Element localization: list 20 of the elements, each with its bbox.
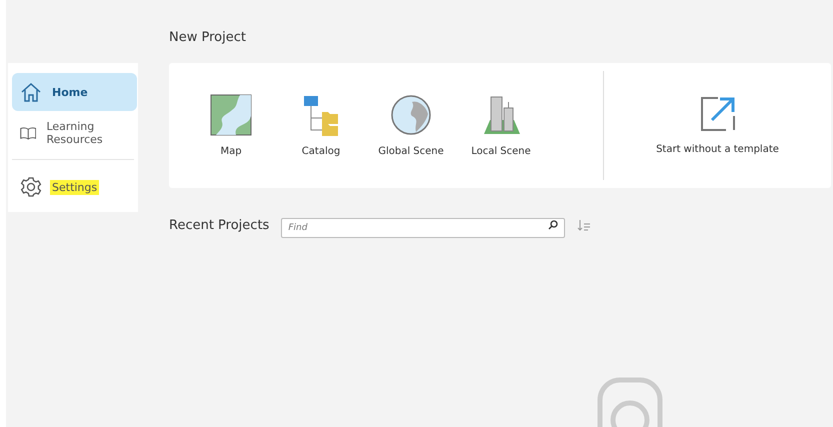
sort-icon[interactable]	[577, 219, 592, 231]
section-title: New Project	[169, 30, 247, 47]
catalog-icon	[302, 94, 340, 136]
sidebar-item[interactable]: Settings	[12, 168, 137, 206]
map-icon	[210, 94, 252, 136]
home-icon	[20, 81, 42, 103]
search-field[interactable]: Find	[281, 218, 566, 238]
sidebar-item[interactable]: Home	[12, 73, 137, 111]
external-arrow-icon	[700, 96, 736, 132]
template-button[interactable]: Global Scene	[371, 93, 451, 158]
template-button[interactable]: Local Scene	[461, 93, 541, 158]
blank-project-button[interactable]: Start without a template	[604, 63, 831, 188]
search-icon	[548, 220, 558, 230]
settings-icon	[20, 176, 42, 198]
sidebar-item[interactable]: Learning Resources	[12, 111, 137, 155]
placeholder-drawing	[595, 375, 665, 427]
section-title: Recent Projects	[169, 218, 270, 232]
globe-icon	[390, 94, 432, 136]
template-button[interactable]: Map	[191, 93, 271, 158]
template-button[interactable]: Catalog	[281, 93, 361, 158]
